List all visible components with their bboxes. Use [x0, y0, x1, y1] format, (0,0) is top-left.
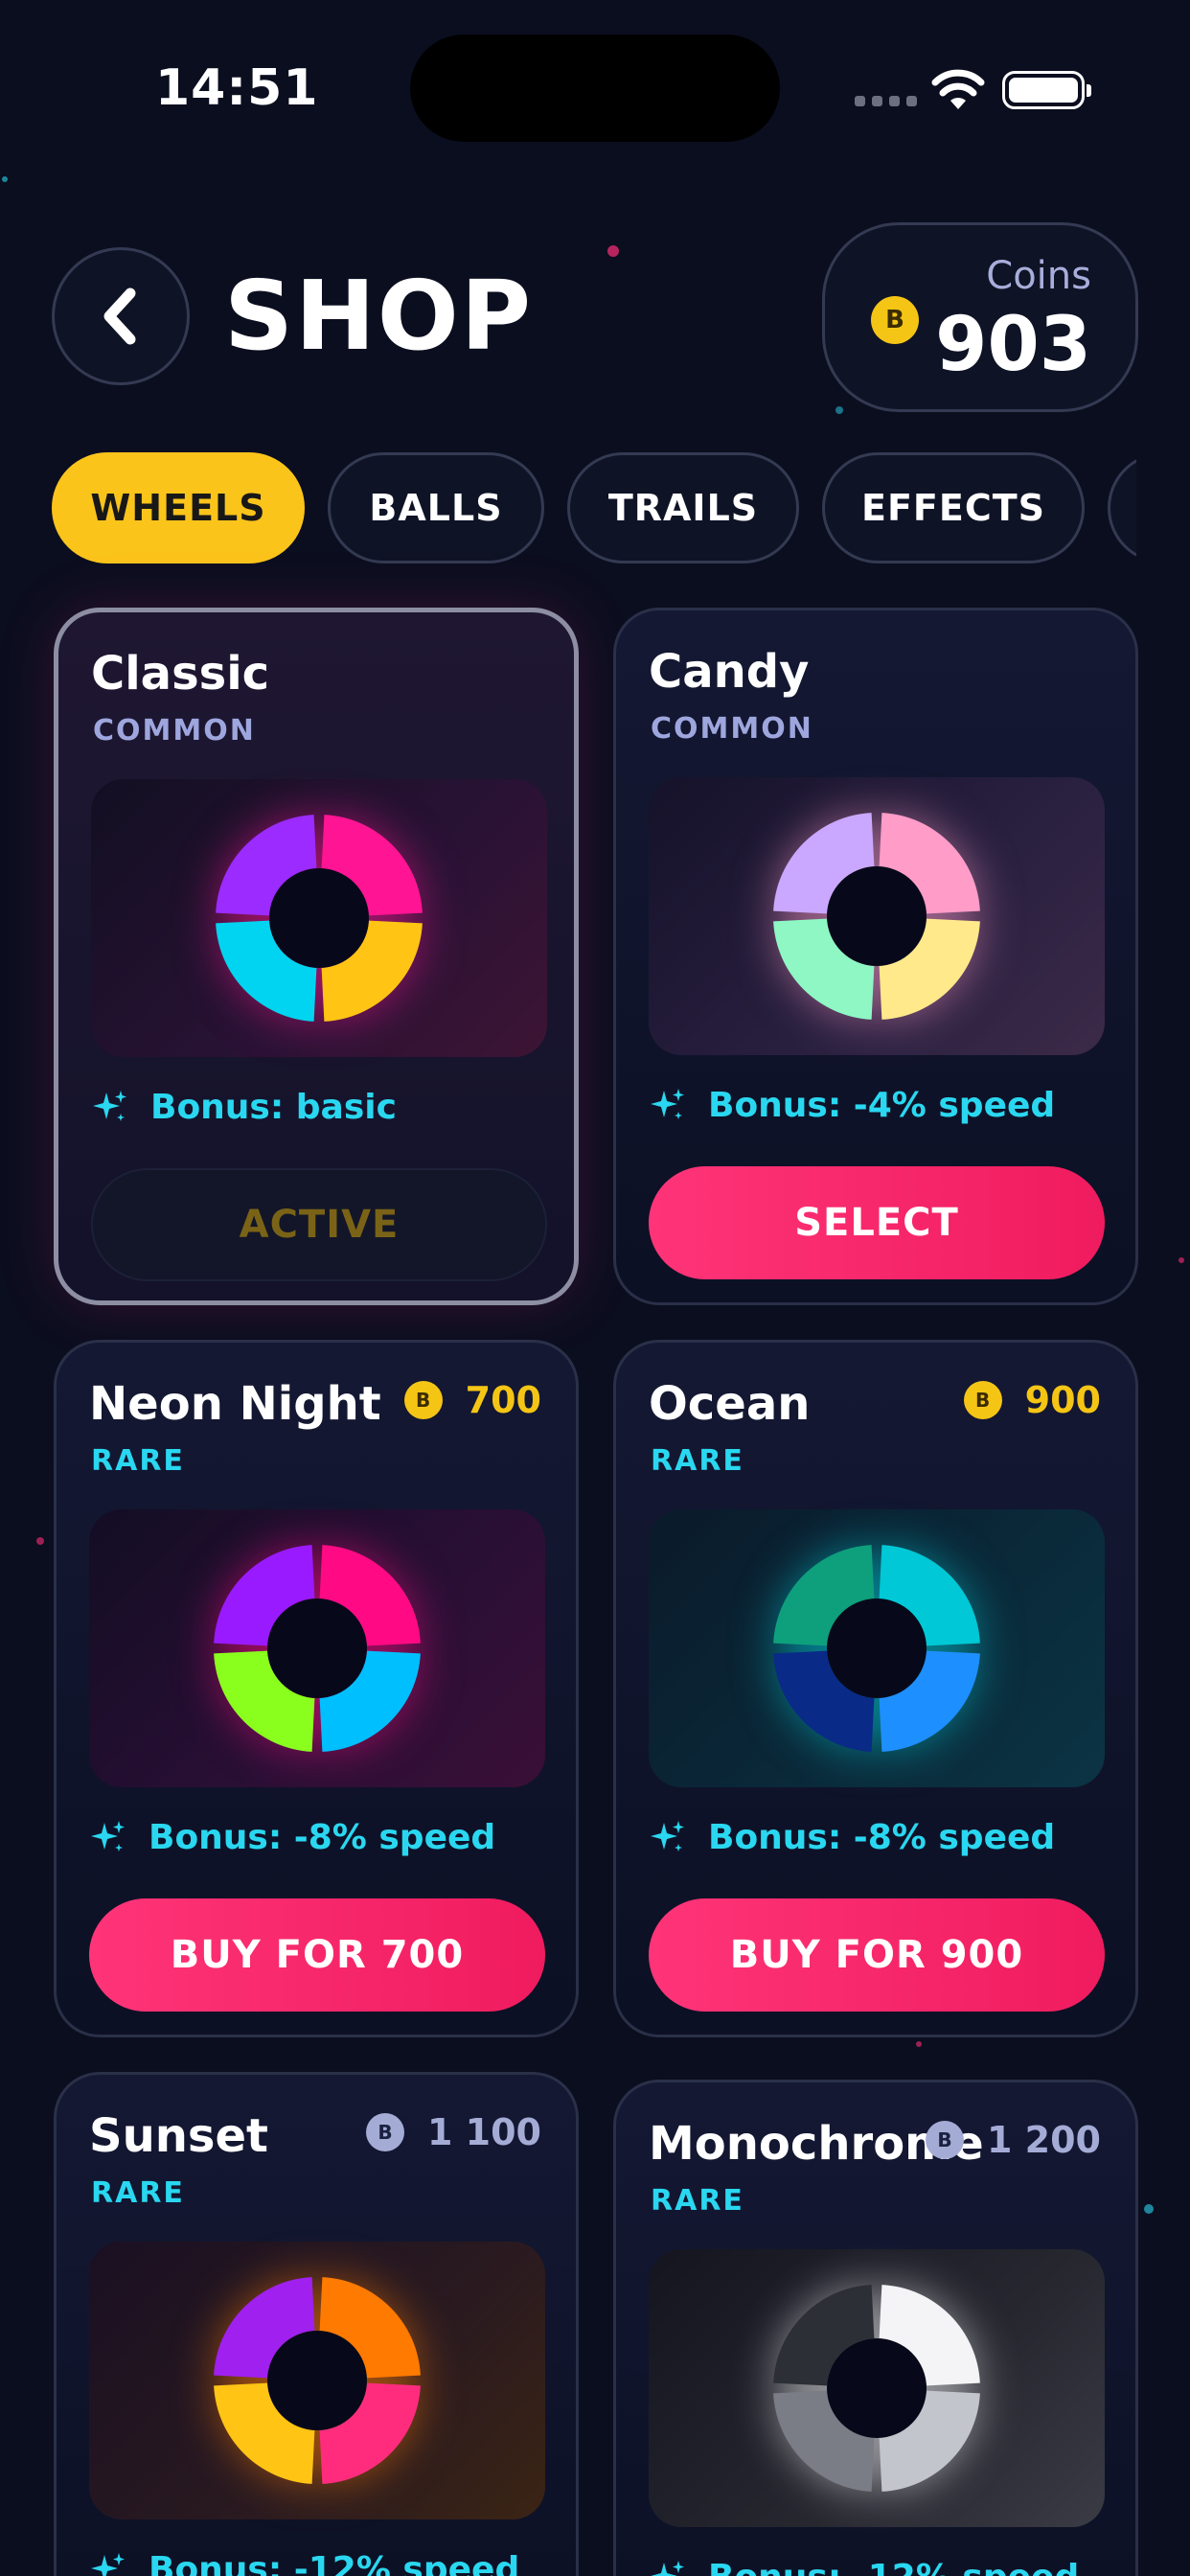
price-value: 1 100 [427, 2111, 541, 2153]
wheel-preview [89, 1509, 545, 1787]
rarity-label: RARE [651, 2184, 744, 2218]
bonus-text: Bonus: basic [150, 1088, 397, 1127]
bonus-row: Bonus: basic [91, 1088, 397, 1127]
wheel-preview [649, 1509, 1105, 1787]
wheel-card[interactable]: Ocean RARE B 900 Bonus: -8% speed BUY FO… [613, 1340, 1138, 2037]
wheel-icon [773, 1545, 980, 1752]
price-value: 900 [1024, 1379, 1101, 1421]
battery-icon [1002, 71, 1091, 109]
tab-wheels[interactable]: WHEELS [52, 452, 305, 564]
card-title: Candy [649, 645, 810, 699]
bonus-text: Bonus: -12% speed [149, 2550, 520, 2576]
wheel-card[interactable]: Classic COMMON Bonus: basic ACTIVE [54, 608, 579, 1305]
card-title: Neon Night [89, 1377, 381, 1431]
card-title: Sunset [89, 2109, 268, 2163]
wheel-icon [773, 2285, 980, 2492]
card-title: Classic [91, 647, 270, 701]
bonus-text: Bonus: -8% speed [149, 1818, 496, 1857]
tab-effects[interactable]: EFFECTS [822, 452, 1085, 564]
buy-button[interactable]: BUY FOR 700 [89, 1898, 545, 2012]
price-value: 700 [465, 1379, 541, 1421]
bonus-row: Bonus: -12% speed [649, 2558, 1079, 2576]
wheel-preview [649, 777, 1105, 1055]
price-tag: B 900 [963, 1379, 1101, 1421]
coin-icon: B [403, 1381, 443, 1419]
sparkle-icon [651, 1820, 684, 1852]
back-button[interactable] [52, 247, 190, 385]
wheel-preview [649, 2249, 1105, 2527]
bonus-text: Bonus: -12% speed [708, 2558, 1079, 2576]
bonus-row: Bonus: -8% speed [89, 1818, 495, 1857]
bonus-text: Bonus: -8% speed [708, 1818, 1056, 1857]
chevron-left-icon [103, 288, 136, 345]
status-time: 14:51 [155, 59, 319, 117]
background-particle [916, 2041, 922, 2047]
bonus-row: Bonus: -12% speed [89, 2550, 519, 2576]
page-title: SHOP [224, 260, 534, 372]
bonus-row: Bonus: -8% speed [649, 1818, 1055, 1857]
rarity-label: RARE [91, 2176, 185, 2210]
tab-balls[interactable]: BALLS [328, 452, 544, 564]
select-button[interactable]: SELECT [649, 1166, 1105, 1279]
background-particle [36, 1537, 44, 1545]
sparkle-icon [91, 1820, 125, 1852]
wheel-icon [214, 1545, 421, 1752]
wifi-icon [931, 69, 985, 109]
coins-value: 903 [935, 302, 1091, 388]
background-particle [835, 406, 843, 414]
category-tabs: WHEELS BALLS TRAILS EFFECTS [52, 452, 1136, 567]
sparkle-icon [91, 2552, 125, 2576]
coins-balance: B Coins 903 [822, 222, 1138, 412]
buy-button[interactable]: BUY FOR 900 [649, 1898, 1105, 2012]
coin-icon: B [871, 296, 919, 344]
coin-icon: B [963, 1381, 1002, 1419]
bonus-row: Bonus: -4% speed [649, 1086, 1055, 1125]
rarity-label: RARE [91, 1444, 185, 1478]
background-particle [2, 176, 8, 182]
wheel-preview [91, 779, 547, 1057]
background-particle [607, 245, 619, 257]
price-tag: B 700 [403, 1379, 541, 1421]
coin-icon: B [366, 2113, 404, 2151]
rarity-label: RARE [651, 1444, 744, 1478]
tab-trails[interactable]: TRAILS [567, 452, 799, 564]
wheel-card[interactable]: Neon Night RARE B 700 Bonus: -8% speed B… [54, 1340, 579, 2037]
price-tag: B 1 100 [366, 2111, 541, 2153]
wheel-card[interactable]: Sunset RARE B 1 100 Bonus: -12% speed [54, 2072, 579, 2576]
price-value: 1 200 [987, 2119, 1101, 2161]
sparkle-icon [651, 2560, 684, 2576]
active-status-button: ACTIVE [91, 1168, 547, 1281]
rarity-label: COMMON [93, 714, 256, 748]
coins-label: Coins [986, 254, 1091, 298]
background-particle [1144, 2204, 1154, 2214]
wheel-card[interactable]: MonochromeRARE B 1 200 Bonus: -12% speed [613, 2080, 1138, 2576]
cellular-signal-icon [855, 96, 917, 106]
sparkle-icon [651, 1088, 684, 1119]
wheel-icon [216, 815, 423, 1022]
tab-more[interactable] [1108, 452, 1136, 564]
coin-icon: B [926, 2121, 964, 2159]
bonus-text: Bonus: -4% speed [708, 1086, 1056, 1125]
price-tag: B 1 200 [926, 2119, 1101, 2161]
background-particle [1179, 1257, 1184, 1263]
dynamic-island [410, 34, 780, 142]
wheel-icon [773, 813, 980, 1020]
wheel-preview [89, 2242, 545, 2519]
rarity-label: COMMON [651, 712, 813, 746]
card-title: Ocean [649, 1377, 811, 1431]
sparkle-icon [93, 1090, 126, 1121]
wheel-card[interactable]: Candy COMMON Bonus: -4% speed SELECT [613, 608, 1138, 1305]
wheel-icon [214, 2277, 421, 2484]
